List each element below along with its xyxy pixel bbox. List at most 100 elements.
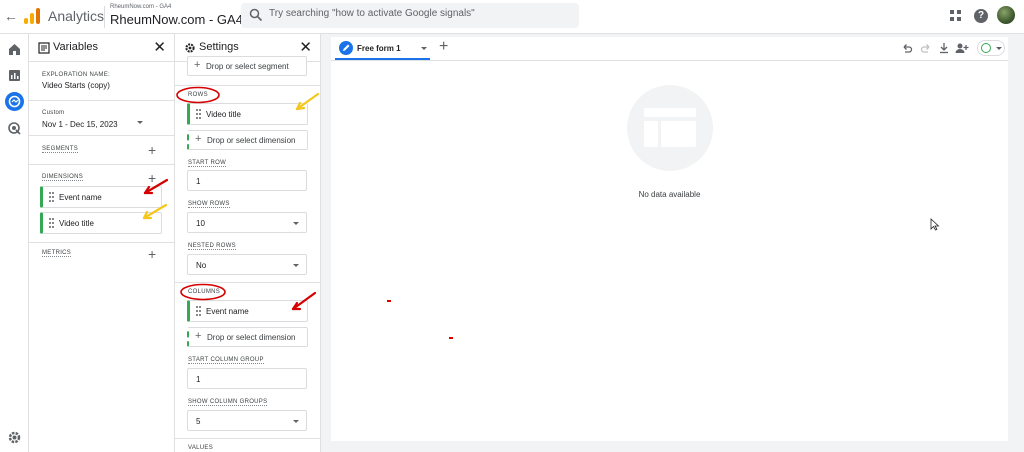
date-range-value: Nov 1 - Dec 15, 2023 bbox=[42, 120, 118, 129]
date-range-picker[interactable]: Custom Nov 1 - Dec 15, 2023 bbox=[42, 110, 160, 132]
add-tab-button[interactable]: + bbox=[439, 38, 448, 56]
apps-grid-icon[interactable] bbox=[950, 10, 962, 22]
columns-label: COLUMNS bbox=[188, 289, 221, 295]
show-column-groups-select[interactable]: 5 bbox=[187, 410, 307, 431]
variables-header: Variables ✕ bbox=[29, 34, 174, 62]
check-circle-icon bbox=[981, 43, 991, 53]
analytics-logo[interactable] bbox=[24, 8, 40, 24]
drag-handle-icon[interactable] bbox=[196, 109, 201, 119]
help-icon[interactable]: ? bbox=[974, 9, 988, 23]
columns-dimension-chip[interactable]: Event name bbox=[187, 300, 308, 322]
close-icon[interactable]: ✕ bbox=[153, 38, 166, 56]
segment-dropzone[interactable]: + Drop or select segment bbox=[187, 56, 307, 76]
start-column-group-input[interactable]: 1 bbox=[187, 368, 307, 389]
reports-icon[interactable] bbox=[7, 68, 22, 83]
divider bbox=[175, 85, 321, 86]
red-mark bbox=[387, 300, 391, 302]
exploration-name-label: EXPLORATION NAME: bbox=[42, 72, 111, 78]
rows-dropzone[interactable]: + Drop or select dimension bbox=[187, 130, 308, 150]
dimensions-label: DIMENSIONS bbox=[42, 174, 84, 181]
chevron-down-icon bbox=[293, 222, 299, 225]
drag-handle-icon[interactable] bbox=[49, 192, 54, 202]
show-rows-label: SHOW ROWS bbox=[188, 201, 230, 208]
tab-bar: Free form 1 + bbox=[331, 37, 1008, 61]
rows-label: ROWS bbox=[188, 92, 208, 98]
close-icon[interactable]: ✕ bbox=[299, 38, 312, 56]
chevron-down-icon bbox=[137, 121, 143, 124]
undo-icon[interactable] bbox=[901, 42, 913, 54]
chevron-down-icon[interactable] bbox=[421, 47, 427, 50]
avatar[interactable] bbox=[997, 6, 1015, 24]
field-value: 1 bbox=[196, 375, 201, 384]
plus-icon: + bbox=[195, 330, 202, 342]
start-row-label: START ROW bbox=[188, 160, 227, 167]
divider bbox=[175, 438, 321, 439]
add-metric-button[interactable]: + bbox=[148, 247, 156, 261]
start-row-input[interactable]: 1 bbox=[187, 170, 307, 191]
divider bbox=[29, 135, 175, 136]
empty-state-text: No data available bbox=[638, 190, 701, 199]
dimension-name: Video title bbox=[206, 110, 241, 119]
add-segment-button[interactable]: + bbox=[148, 143, 156, 157]
search-bar[interactable] bbox=[241, 3, 579, 28]
dimension-chip-video-title[interactable]: Video title bbox=[40, 212, 162, 234]
dropzone-text: Drop or select segment bbox=[206, 62, 289, 71]
exploration-name[interactable]: Video Starts (copy) bbox=[42, 81, 110, 90]
advertising-icon[interactable] bbox=[7, 121, 22, 136]
nested-rows-select[interactable]: No bbox=[187, 254, 307, 275]
show-rows-select[interactable]: 10 bbox=[187, 212, 307, 233]
rows-dimension-chip[interactable]: Video title bbox=[187, 103, 308, 125]
account-path[interactable]: RheumNow.com - GA4 bbox=[110, 4, 171, 10]
search-icon bbox=[249, 8, 263, 22]
plus-icon: + bbox=[194, 59, 201, 71]
variables-icon bbox=[38, 42, 50, 54]
exploration-canvas: No data available bbox=[331, 61, 1008, 441]
values-label: VALUES bbox=[188, 445, 214, 451]
divider bbox=[29, 164, 175, 165]
chevron-down-icon bbox=[996, 47, 1002, 50]
field-value: No bbox=[196, 261, 207, 270]
variables-panel: Variables ✕ EXPLORATION NAME: Video Star… bbox=[29, 34, 175, 452]
status-chip[interactable] bbox=[977, 40, 1005, 56]
tab-free-form-1[interactable]: Free form 1 bbox=[335, 37, 430, 60]
empty-state-table-icon bbox=[627, 85, 713, 171]
drag-handle-icon[interactable] bbox=[49, 218, 54, 228]
chevron-down-icon bbox=[293, 420, 299, 423]
home-icon[interactable] bbox=[7, 42, 22, 57]
tab-label: Free form 1 bbox=[357, 44, 401, 53]
plus-icon: + bbox=[195, 133, 202, 145]
left-nav-rail bbox=[0, 34, 29, 452]
search-input[interactable] bbox=[269, 8, 569, 19]
admin-settings-icon[interactable] bbox=[7, 430, 22, 445]
download-icon[interactable] bbox=[938, 42, 950, 54]
field-value: 5 bbox=[196, 417, 201, 426]
show-column-groups-label: SHOW COLUMN GROUPS bbox=[188, 399, 268, 406]
explore-icon[interactable] bbox=[5, 92, 24, 111]
red-mark bbox=[449, 337, 453, 339]
property-name[interactable]: RheumNow.com - GA4 bbox=[110, 12, 243, 27]
dimension-chip-event-name[interactable]: Event name bbox=[40, 186, 162, 208]
share-users-icon[interactable] bbox=[955, 42, 970, 54]
pencil-icon bbox=[339, 41, 353, 55]
settings-panel: Settings ✕ + Drop or select segment ROWS… bbox=[175, 34, 321, 452]
start-column-group-label: START COLUMN GROUP bbox=[188, 357, 264, 364]
columns-dropzone[interactable]: + Drop or select dimension bbox=[187, 327, 308, 347]
gear-icon bbox=[185, 43, 195, 53]
field-value: 1 bbox=[196, 177, 201, 186]
dropzone-text: Drop or select dimension bbox=[207, 333, 296, 342]
top-bar: ← Analytics RheumNow.com - GA4 RheumNow.… bbox=[0, 0, 1024, 34]
chevron-down-icon bbox=[293, 264, 299, 267]
dropzone-text: Drop or select dimension bbox=[207, 136, 296, 145]
dimension-name: Event name bbox=[59, 193, 102, 202]
date-range-label: Custom bbox=[42, 110, 65, 116]
back-arrow-icon[interactable]: ← bbox=[4, 8, 18, 24]
metrics-label: METRICS bbox=[42, 250, 72, 257]
settings-title: Settings bbox=[199, 41, 239, 53]
redo-icon[interactable] bbox=[920, 42, 932, 54]
divider bbox=[29, 100, 175, 101]
add-dimension-button[interactable]: + bbox=[148, 171, 156, 185]
header-divider bbox=[104, 6, 105, 28]
variables-title: Variables bbox=[53, 41, 99, 53]
drag-handle-icon[interactable] bbox=[196, 306, 201, 316]
divider bbox=[175, 282, 321, 283]
